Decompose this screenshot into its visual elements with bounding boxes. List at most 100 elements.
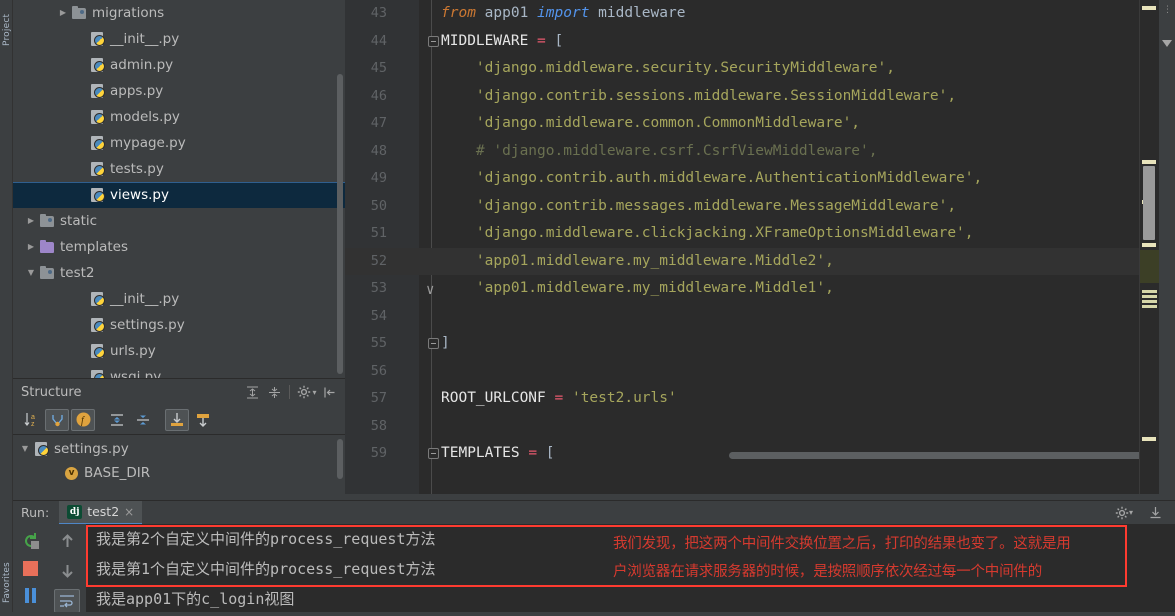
show-fields-icon[interactable] bbox=[45, 408, 69, 431]
more-options-icon[interactable]: ⋮ bbox=[1163, 6, 1172, 15]
code-line-48[interactable]: 48 # 'django.middleware.csrf.CsrfViewMid… bbox=[345, 138, 1175, 166]
code-content: 'django.middleware.security.SecurityMidd… bbox=[441, 55, 895, 83]
export-icon[interactable] bbox=[1145, 504, 1165, 522]
tree-item--init-py[interactable]: ▶ __init__.py bbox=[13, 26, 345, 52]
run-tab-test2[interactable]: dj test2 × bbox=[59, 500, 143, 525]
code-line-46[interactable]: 46 'django.contrib.sessions.middleware.S… bbox=[345, 83, 1175, 111]
code-line-50[interactable]: 50 'django.contrib.messages.middleware.M… bbox=[345, 193, 1175, 221]
tree-item-admin-py[interactable]: ▶ admin.py bbox=[13, 52, 345, 78]
tree-item-templates[interactable]: ▶ templates bbox=[13, 234, 345, 260]
tree-item-tests-py[interactable]: ▶ tests.py bbox=[13, 156, 345, 182]
chevron-right-icon[interactable]: ▶ bbox=[73, 364, 89, 378]
pause-button[interactable] bbox=[18, 583, 44, 607]
chevron-right-icon[interactable]: ▶ bbox=[55, 0, 71, 26]
chevron-right-icon[interactable]: ▶ bbox=[23, 208, 39, 234]
gear-icon[interactable]: ▾ bbox=[1114, 504, 1134, 522]
collapse-all-icon[interactable] bbox=[131, 409, 155, 431]
scroll-down-button[interactable] bbox=[54, 559, 80, 583]
project-scrollbar[interactable] bbox=[337, 74, 343, 374]
gear-icon[interactable]: ▾ bbox=[297, 383, 317, 401]
collapse-all-icon[interactable] bbox=[264, 383, 284, 401]
chevron-right-icon[interactable]: ▶ bbox=[73, 338, 89, 364]
fold-end-icon[interactable] bbox=[428, 338, 439, 349]
tree-item-settings-py[interactable]: ▶ settings.py bbox=[13, 312, 345, 338]
sort-alphabetically-icon[interactable]: az bbox=[19, 409, 43, 431]
close-icon[interactable]: × bbox=[124, 505, 134, 519]
code-line-52[interactable]: 52 'app01.middleware.my_middleware.Middl… bbox=[345, 247, 1175, 275]
chevron-down-icon[interactable]: ▼ bbox=[23, 260, 39, 286]
red-annotation-line-1: 我们发现，把这两个中间件交换位置之后，打印的结果也变了。这就是用 bbox=[613, 536, 1071, 552]
tree-item-label: apps.py bbox=[110, 83, 164, 99]
tree-item-label: tests.py bbox=[110, 161, 164, 177]
stop-button[interactable] bbox=[18, 556, 44, 580]
code-editor[interactable]: 43 from app01 import middleware 44 MIDDLEWA… bbox=[345, 0, 1175, 494]
chevron-right-icon[interactable]: ▶ bbox=[73, 26, 89, 52]
code-line-49[interactable]: 49 'django.contrib.auth.middleware.Authe… bbox=[345, 165, 1175, 193]
chevron-right-icon[interactable]: ▶ bbox=[73, 130, 89, 156]
tree-item-migrations[interactable]: ▶ migrations bbox=[13, 0, 345, 26]
code-line-55[interactable]: 55] bbox=[345, 330, 1175, 358]
code-line-54[interactable]: 54 bbox=[345, 303, 1175, 331]
code-line-51[interactable]: 51 'django.middleware.clickjacking.XFram… bbox=[345, 220, 1175, 248]
code-line-53[interactable]: 53 ∨ 'app01.middleware.my_middleware.Midd… bbox=[345, 275, 1175, 303]
code-line-57[interactable]: 57 ROOT_URLCONF = 'test2.urls' bbox=[345, 385, 1175, 413]
structure-header: Structure ▾ bbox=[13, 379, 345, 405]
code-line-56[interactable]: 56 bbox=[345, 358, 1175, 386]
show-properties-icon[interactable]: f bbox=[71, 408, 95, 431]
chevron-down-icon[interactable] bbox=[1162, 40, 1172, 47]
code-token: TEMPLATES bbox=[441, 445, 529, 461]
editor-marker-gutter[interactable] bbox=[1139, 0, 1160, 494]
tree-item-urls-py[interactable]: ▶ urls.py bbox=[13, 338, 345, 364]
structure-item-settings-py[interactable]: ▼ settings.py bbox=[13, 437, 345, 461]
soft-wrap-button[interactable] bbox=[54, 589, 80, 613]
tree-item-test2[interactable]: ▼ test2 bbox=[13, 260, 345, 286]
tree-item-models-py[interactable]: ▶ models.py bbox=[13, 104, 345, 130]
tree-item-label: migrations bbox=[92, 5, 165, 21]
tree-item-label: static bbox=[60, 213, 98, 229]
fold-check-icon[interactable]: ∨ bbox=[426, 277, 434, 305]
tree-item-apps-py[interactable]: ▶ apps.py bbox=[13, 78, 345, 104]
tree-item--init-py[interactable]: ▶ __init__.py bbox=[13, 286, 345, 312]
chevron-down-icon[interactable]: ▶ bbox=[47, 461, 63, 485]
favorites-tool-tab[interactable]: Favorites bbox=[2, 559, 12, 603]
scroll-up-button[interactable] bbox=[54, 529, 80, 553]
structure-scrollbar[interactable] bbox=[337, 439, 343, 479]
editor-horizontal-scrollbar[interactable] bbox=[729, 452, 1175, 459]
line-number: 44 bbox=[370, 32, 387, 49]
hide-panel-icon[interactable] bbox=[319, 383, 339, 401]
chevron-right-icon[interactable]: ▶ bbox=[73, 182, 89, 208]
autoscroll-to-source-icon[interactable] bbox=[165, 408, 189, 431]
code-token: 'test2.urls' bbox=[571, 390, 677, 406]
chevron-right-icon[interactable]: ▶ bbox=[73, 156, 89, 182]
expand-all-icon[interactable] bbox=[105, 409, 129, 431]
run-console-output[interactable]: 我是第2个自定义中间件的process_request方法 我是第1个自定义中间件… bbox=[86, 524, 1175, 616]
project-tool-tab[interactable]: Project bbox=[2, 0, 12, 46]
chevron-right-icon[interactable]: ▶ bbox=[73, 78, 89, 104]
chevron-right-icon[interactable]: ▶ bbox=[23, 234, 39, 260]
structure-item-base-dir[interactable]: ▶vBASE_DIR bbox=[13, 461, 345, 485]
chevron-right-icon[interactable]: ▶ bbox=[73, 104, 89, 130]
chevron-right-icon[interactable]: ▶ bbox=[73, 312, 89, 338]
code-line-44[interactable]: 44 MIDDLEWARE = [ bbox=[345, 28, 1175, 56]
editor-scrollbar-thumb[interactable] bbox=[1143, 166, 1155, 240]
code-line-45[interactable]: 45 'django.middleware.security.SecurityM… bbox=[345, 55, 1175, 83]
autoscroll-from-source-icon[interactable] bbox=[191, 409, 215, 431]
code-line-47[interactable]: 47 'django.middleware.common.CommonMiddl… bbox=[345, 110, 1175, 138]
chevron-down-icon[interactable]: ▼ bbox=[17, 437, 33, 461]
tree-item-views-py[interactable]: ▶ views.py bbox=[13, 182, 345, 208]
chevron-right-icon[interactable]: ▶ bbox=[73, 52, 89, 78]
tree-item-label: test2 bbox=[60, 265, 95, 281]
fold-collapse-icon[interactable] bbox=[428, 448, 439, 459]
fold-collapse-icon[interactable] bbox=[428, 35, 439, 47]
rerun-button[interactable] bbox=[18, 529, 44, 553]
tree-item-wsgi-py[interactable]: ▶ wsgi.py bbox=[13, 364, 345, 378]
code-line-43[interactable]: 43 from app01 import middleware bbox=[345, 0, 1175, 28]
chevron-right-icon[interactable]: ▶ bbox=[73, 286, 89, 312]
expand-all-icon[interactable] bbox=[242, 383, 262, 401]
python-file-icon bbox=[89, 317, 107, 333]
code-content: 'django.contrib.auth.middleware.Authenti… bbox=[441, 165, 982, 193]
python-file-icon bbox=[89, 161, 107, 177]
tree-item-mypage-py[interactable]: ▶ mypage.py bbox=[13, 130, 345, 156]
tree-item-static[interactable]: ▶ static bbox=[13, 208, 345, 234]
code-line-58[interactable]: 58 bbox=[345, 413, 1175, 441]
